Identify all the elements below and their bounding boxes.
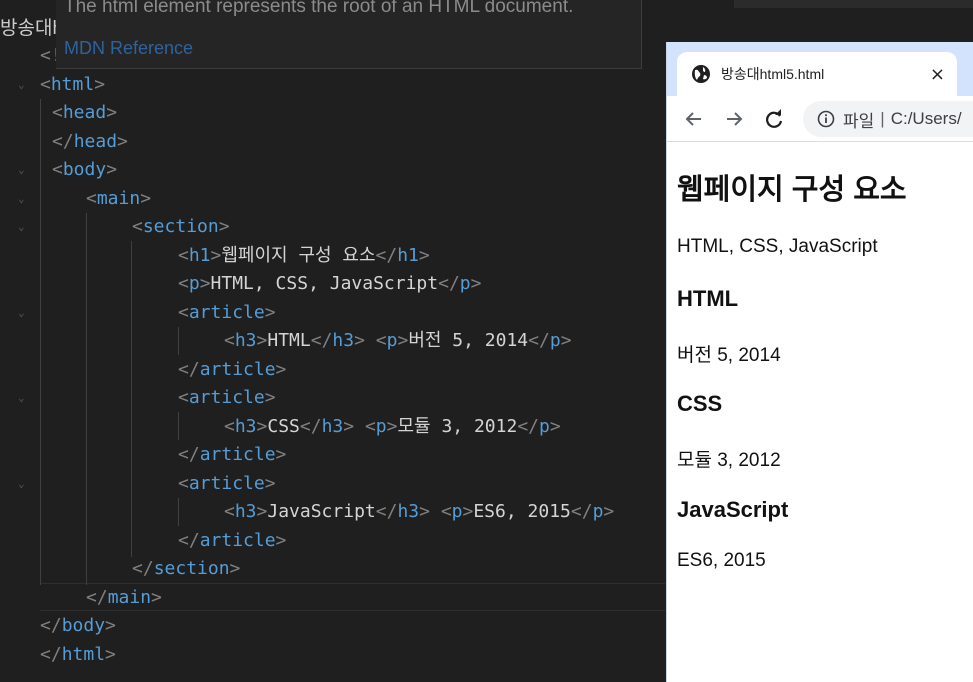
fold-chevron-icon[interactable]: ⌄ [18,164,30,176]
fold-chevron-icon[interactable]: ⌄ [18,193,30,205]
code-line[interactable]: </article> [178,356,286,384]
code-line[interactable]: <h3>CSS</h3> <p>모듈 3, 2012</p> [224,413,561,441]
back-arrow-icon[interactable] [681,106,707,132]
code-line[interactable]: <body> [52,156,117,184]
reload-icon[interactable] [761,106,787,132]
article-heading: CSS [677,391,723,416]
code-line[interactable]: <h3>HTML</h3> <p>버전 5, 2014</p> [224,327,572,355]
code-line[interactable]: <article> [178,470,276,498]
code-line[interactable]: <article> [178,384,276,412]
code-line[interactable]: </head> [52,128,128,156]
article-text: ES6, 2015 [677,550,766,571]
fold-chevron-icon[interactable]: ⌄ [18,221,30,233]
tab-title: 방송대html5.html [721,66,825,82]
editor-top-strip [734,0,973,8]
indent-guide [86,213,87,585]
code-line[interactable]: <section> [132,213,230,241]
browser-toolbar: 파일 | C:/Users/ [667,96,973,142]
fold-chevron-icon[interactable]: ⌄ [18,478,30,490]
address-path: C:/Users/ [890,109,962,128]
info-icon[interactable] [817,110,835,128]
address-bar[interactable]: 파일 | C:/Users/ [803,101,973,137]
code-line[interactable]: <p>HTML, CSS, JavaScript</p> [178,270,481,298]
code-line[interactable]: <h1>웹페이지 구성 요소</h1> [178,242,430,270]
address-divider: | [880,109,885,128]
code-line[interactable]: </html> [40,641,116,669]
code-line[interactable]: </section> [132,555,240,583]
article-heading: HTML [677,286,739,311]
fold-chevron-icon[interactable]: ⌄ [18,392,30,404]
intro-paragraph: HTML, CSS, JavaScript [677,236,878,257]
close-icon[interactable]: × [930,64,945,85]
fold-chevron-icon[interactable]: ⌄ [18,79,30,91]
indent-guide [178,498,179,526]
code-line[interactable]: </article> [178,527,286,555]
code-line[interactable]: </article> [178,441,286,469]
indent-guide [178,327,179,355]
article-text: 버전 5, 2014 [677,345,781,366]
code-line[interactable]: </main> [86,584,162,612]
article-text: 모듈 3, 2012 [677,450,781,471]
indent-guide [40,99,41,585]
code-line[interactable]: <html> [40,71,105,99]
page-heading: 웹페이지 구성 요소 [677,174,907,206]
fold-chevron-icon[interactable]: ⌄ [18,307,30,319]
indent-guide [178,412,179,440]
code-line[interactable]: <h3>JavaScript</h3> <p>ES6, 2015</p> [224,498,614,526]
code-line[interactable]: <head> [52,99,117,127]
mdn-reference-link[interactable]: MDN Reference [64,38,193,59]
hover-tooltip: The html element represents the root of … [56,0,642,69]
indent-guide [131,241,132,557]
forward-arrow-icon[interactable] [721,106,747,132]
globe-icon [692,65,710,83]
code-line[interactable]: <main> [86,185,151,213]
browser-window[interactable]: 방송대html5.html × 파일 | C:/Users/ 웹페이지 구성 요… [666,42,973,682]
browser-tab[interactable]: 방송대html5.html × [677,52,957,96]
code-line[interactable]: </body> [40,612,116,640]
tab-strip: 방송대html5.html × [667,42,973,96]
article-heading: JavaScript [677,497,789,522]
hover-description: The html element represents the root of … [64,0,574,17]
code-line[interactable]: <article> [178,299,276,327]
address-scheme: 파일 [843,111,875,131]
